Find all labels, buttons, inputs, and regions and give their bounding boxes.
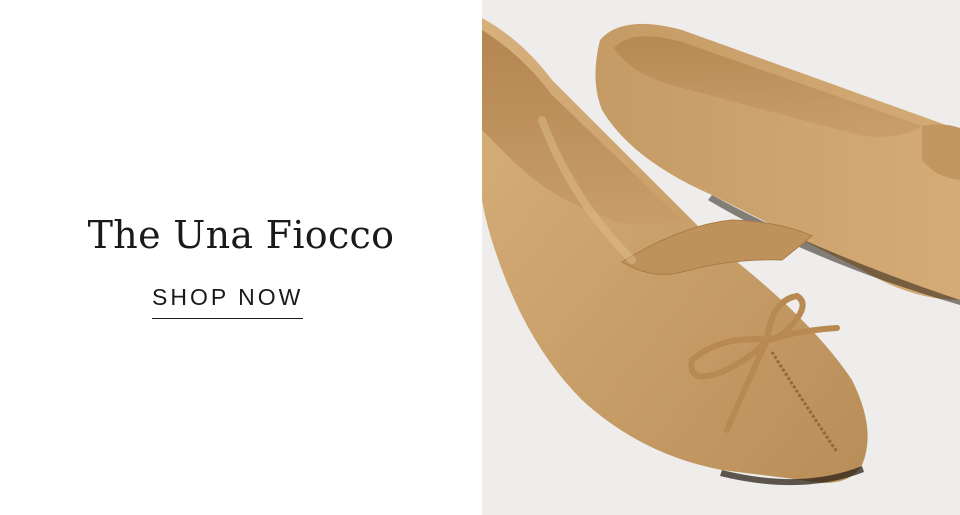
product-image[interactable]: [482, 0, 960, 515]
promo-banner: The Una Fiocco SHOP NOW: [0, 0, 960, 515]
shop-now-link[interactable]: SHOP NOW: [152, 284, 304, 319]
ballet-flat-icon: [482, 0, 960, 515]
promo-text-panel: The Una Fiocco SHOP NOW: [0, 0, 482, 515]
promo-title: The Una Fiocco: [87, 213, 395, 258]
